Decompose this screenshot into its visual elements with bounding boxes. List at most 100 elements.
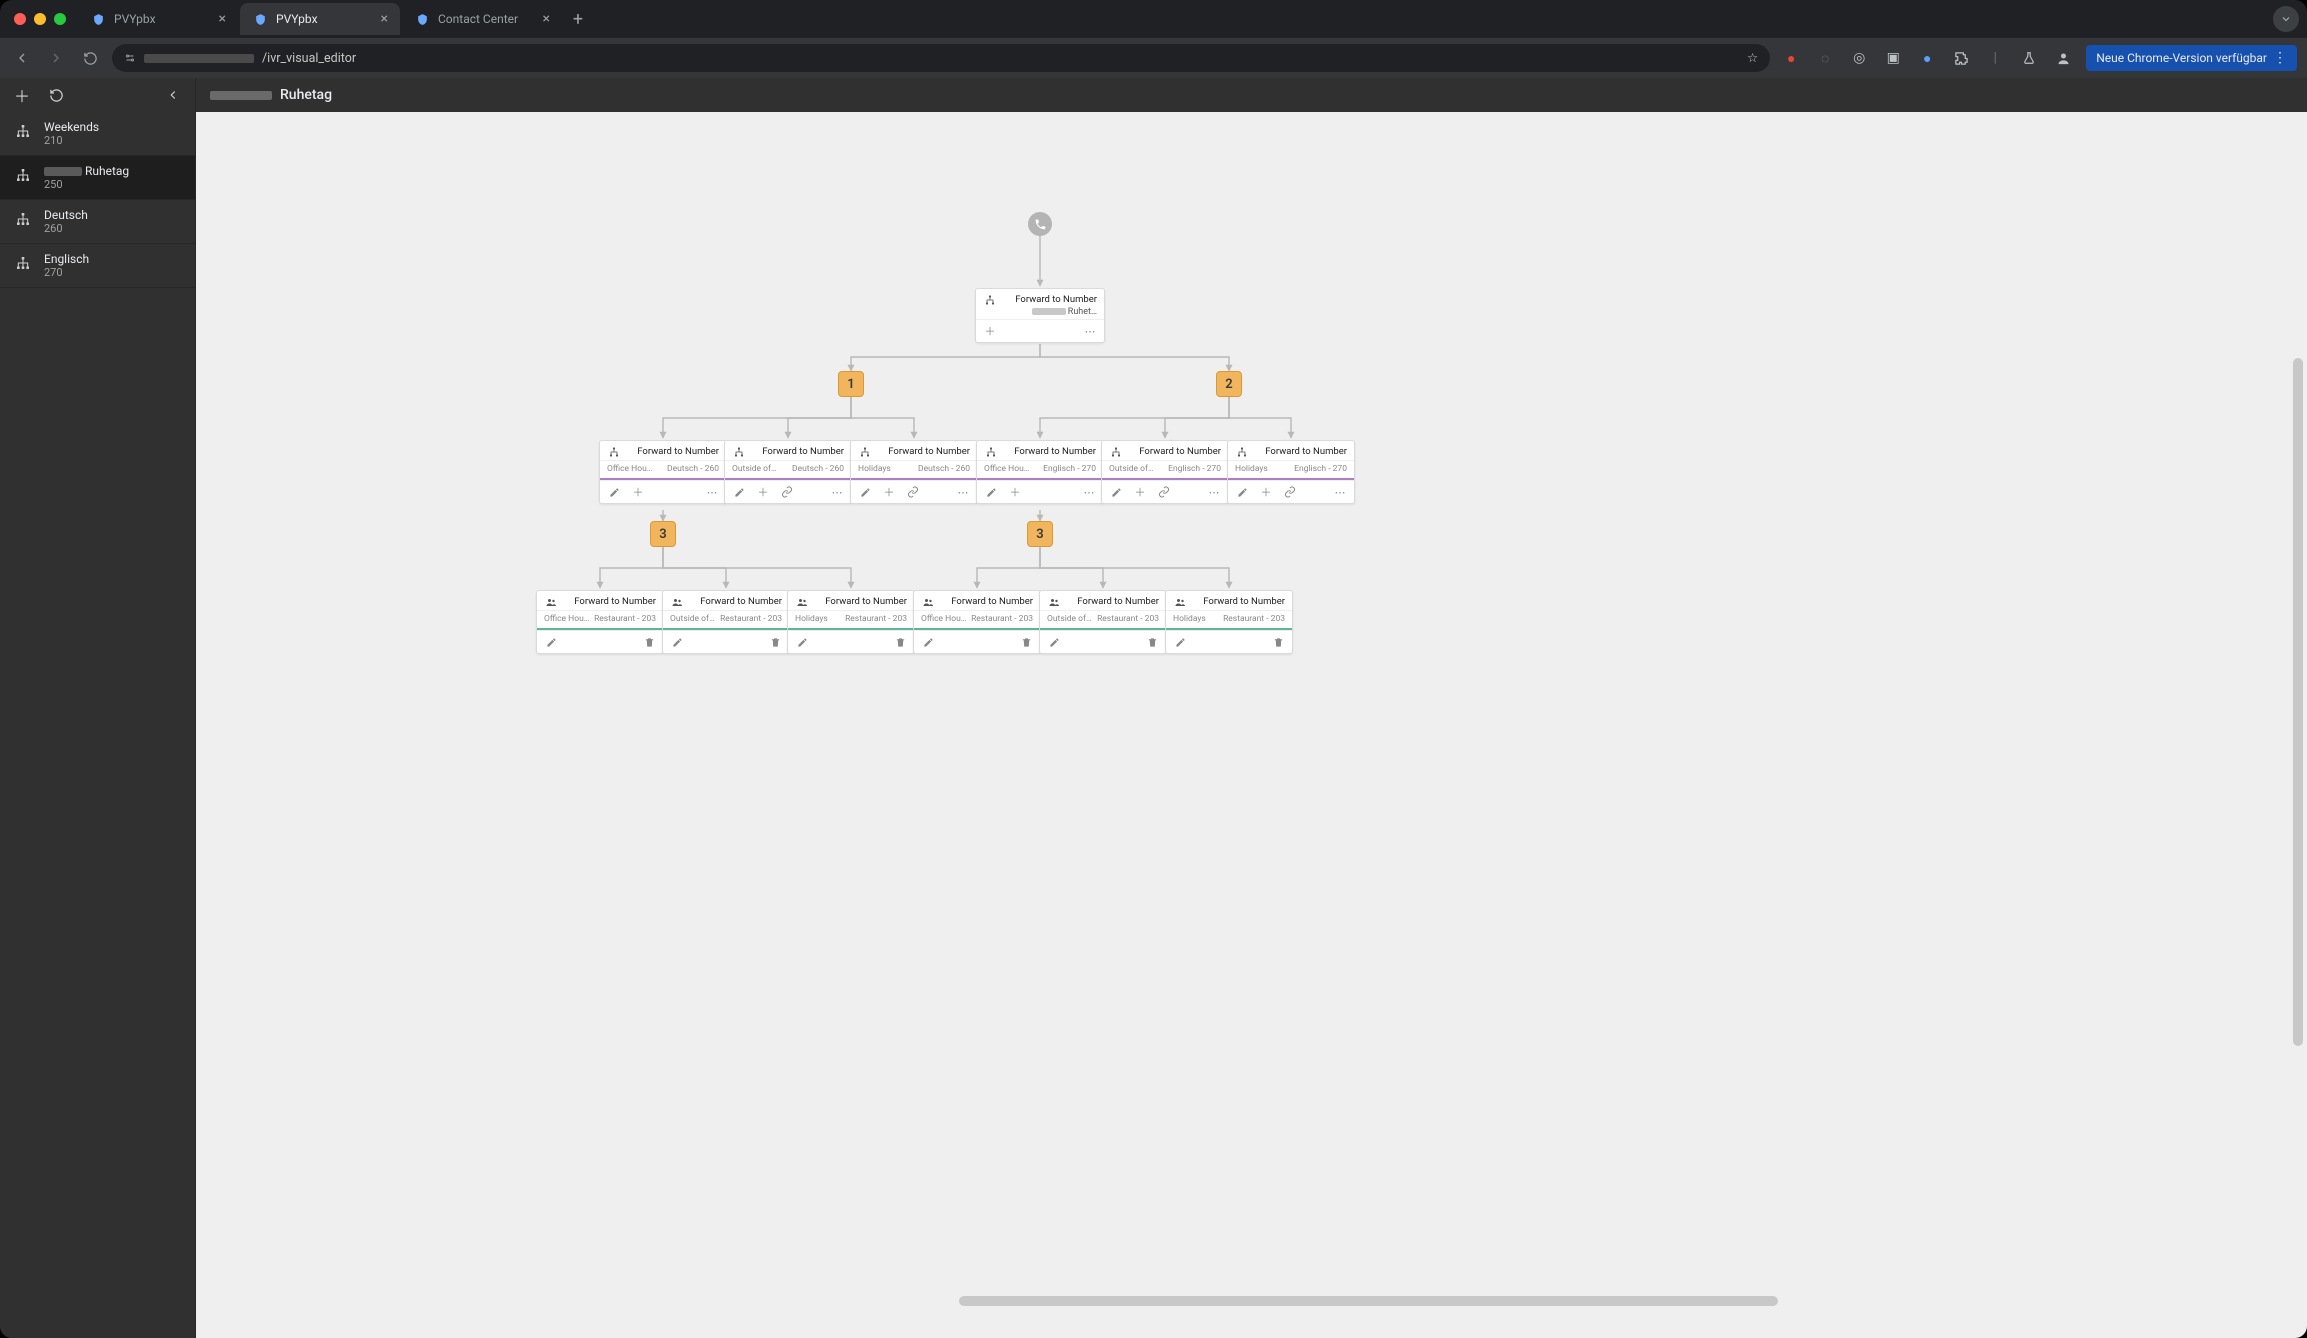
tab-close-icon[interactable]: × xyxy=(543,11,550,27)
window-close[interactable] xyxy=(14,13,26,25)
node-edit-button[interactable] xyxy=(670,635,684,649)
node-delete-button[interactable] xyxy=(1271,635,1285,649)
action-node[interactable]: Forward to Number Office Hou… Restaurant… xyxy=(536,590,664,654)
digit-node[interactable]: 3 xyxy=(1027,521,1053,547)
node-add-button[interactable]: ＋ xyxy=(1008,485,1022,499)
digit-node[interactable]: 1 xyxy=(838,371,864,397)
node-more-button[interactable]: ⋯ xyxy=(1333,485,1347,499)
nav-back-button[interactable] xyxy=(10,46,34,70)
extension-icon[interactable]: ◎ xyxy=(1848,47,1870,69)
start-node[interactable] xyxy=(1028,212,1052,236)
node-edit-button[interactable] xyxy=(795,635,809,649)
node-condition: Outside of… xyxy=(670,614,715,624)
editor-canvas[interactable]: Forward to Number Ruhet… ＋ ⋯ 1 2 3 3 Forwar… xyxy=(196,112,2307,1338)
node-edit-button[interactable] xyxy=(607,485,621,499)
node-more-button[interactable]: ⋯ xyxy=(705,485,719,499)
tab-close-icon[interactable]: × xyxy=(219,11,226,27)
browser-tab[interactable]: PVYpbx × xyxy=(78,3,238,35)
tab-close-icon[interactable]: × xyxy=(381,11,388,27)
root-node[interactable]: Forward to Number Ruhet… ＋ ⋯ xyxy=(975,288,1105,343)
action-node[interactable]: Forward to Number Outside of… Restaurant… xyxy=(662,590,790,654)
extension-icon[interactable]: ● xyxy=(1916,47,1938,69)
action-node[interactable]: Forward to Number Outside of… Restaurant… xyxy=(1039,590,1167,654)
node-edit-button[interactable] xyxy=(1109,485,1123,499)
tree-icon xyxy=(14,166,32,184)
node-more-button[interactable]: ⋯ xyxy=(1207,485,1221,499)
digit-node[interactable]: 2 xyxy=(1216,371,1242,397)
horizontal-scrollbar[interactable] xyxy=(276,1296,2227,1306)
action-node[interactable]: Forward to Number Holidays Restaurant - … xyxy=(787,590,915,654)
site-info-icon[interactable] xyxy=(124,52,136,64)
window-zoom[interactable] xyxy=(54,13,66,25)
sidebar-flow-item[interactable]: Englisch 270 xyxy=(0,244,195,288)
node-edit-button[interactable] xyxy=(1235,485,1249,499)
extension-icon[interactable]: ● xyxy=(1780,47,1802,69)
node-delete-button[interactable] xyxy=(1019,635,1033,649)
profile-icon[interactable] xyxy=(2052,47,2074,69)
node-edit-button[interactable] xyxy=(921,635,935,649)
node-edit-button[interactable] xyxy=(858,485,872,499)
node-add-button[interactable]: ＋ xyxy=(983,324,997,338)
action-node[interactable]: Forward to Number Outside of… Englisch -… xyxy=(1101,440,1229,504)
node-link-button[interactable] xyxy=(1157,485,1171,499)
node-delete-button[interactable] xyxy=(768,635,782,649)
window-controls xyxy=(8,13,76,25)
extension-icon[interactable]: ◌ xyxy=(1814,47,1836,69)
sidebar-add-button[interactable]: ＋ xyxy=(10,83,34,107)
digit-node[interactable]: 3 xyxy=(650,521,676,547)
group-icon xyxy=(1173,596,1187,608)
bookmark-star-icon[interactable]: ☆ xyxy=(1747,50,1758,66)
node-condition: Office Hou… xyxy=(984,464,1029,474)
node-link-button[interactable] xyxy=(906,485,920,499)
node-more-button[interactable]: ⋯ xyxy=(830,485,844,499)
new-tab-button[interactable]: + xyxy=(564,5,592,33)
sidebar-collapse-button[interactable] xyxy=(161,83,185,107)
node-add-button[interactable]: ＋ xyxy=(756,485,770,499)
action-node[interactable]: Forward to Number Outside of… Deutsch - … xyxy=(724,440,852,504)
node-add-button[interactable]: ＋ xyxy=(1133,485,1147,499)
window-minimize[interactable] xyxy=(34,13,46,25)
action-node[interactable]: Forward to Number Office Hou… Englisch -… xyxy=(976,440,1104,504)
node-add-button[interactable]: ＋ xyxy=(1259,485,1273,499)
ivr-sidebar: ＋ Weekends 210 Ruhetag 250 Deut xyxy=(0,78,196,1338)
extension-icon[interactable]: ▣ xyxy=(1882,47,1904,69)
nav-reload-button[interactable] xyxy=(78,46,102,70)
node-more-button[interactable]: ⋯ xyxy=(956,485,970,499)
node-delete-button[interactable] xyxy=(893,635,907,649)
action-node[interactable]: Forward to Number Holidays Restaurant - … xyxy=(1165,590,1293,654)
node-link-button[interactable] xyxy=(1283,485,1297,499)
node-edit-button[interactable] xyxy=(544,635,558,649)
action-node[interactable]: Forward to Number Holidays Englisch - 27… xyxy=(1227,440,1355,504)
nav-forward-button[interactable] xyxy=(44,46,68,70)
node-target: Deutsch - 260 xyxy=(792,464,844,474)
chrome-update-button[interactable]: Neue Chrome-Version verfügbar ⋮ xyxy=(2086,45,2297,71)
sidebar-flow-item[interactable]: Ruhetag 250 xyxy=(0,156,195,200)
vertical-scrollbar[interactable] xyxy=(2293,152,2303,1298)
node-delete-button[interactable] xyxy=(1145,635,1159,649)
action-node[interactable]: Forward to Number Office Hou… Deutsch - … xyxy=(599,440,727,504)
address-bar[interactable]: /ivr_visual_editor ☆ xyxy=(112,44,1770,72)
node-delete-button[interactable] xyxy=(642,635,656,649)
node-edit-button[interactable] xyxy=(1173,635,1187,649)
action-node[interactable]: Forward to Number Holidays Deutsch - 260… xyxy=(850,440,978,504)
browser-tab[interactable]: Contact Center × xyxy=(402,3,562,35)
node-link-button[interactable] xyxy=(780,485,794,499)
node-add-button[interactable]: ＋ xyxy=(882,485,896,499)
tab-overflow-button[interactable] xyxy=(2273,6,2299,32)
browser-tab[interactable]: PVYpbx × xyxy=(240,3,400,35)
tree-icon xyxy=(858,446,872,458)
node-more-button[interactable]: ⋯ xyxy=(1082,485,1096,499)
action-node[interactable]: Forward to Number Office Hou… Restaurant… xyxy=(913,590,1041,654)
node-edit-button[interactable] xyxy=(732,485,746,499)
labs-icon[interactable] xyxy=(2018,47,2040,69)
sidebar-flow-item[interactable]: Deutsch 260 xyxy=(0,200,195,244)
tree-icon xyxy=(607,446,621,458)
node-more-button[interactable]: ⋯ xyxy=(1083,324,1097,338)
extensions-menu-icon[interactable] xyxy=(1950,47,1972,69)
sidebar-flow-item[interactable]: Weekends 210 xyxy=(0,112,195,156)
sidebar-refresh-button[interactable] xyxy=(44,83,68,107)
node-edit-button[interactable] xyxy=(984,485,998,499)
node-add-button[interactable]: ＋ xyxy=(631,485,645,499)
node-edit-button[interactable] xyxy=(1047,635,1061,649)
flow-title: Weekends xyxy=(44,120,183,134)
